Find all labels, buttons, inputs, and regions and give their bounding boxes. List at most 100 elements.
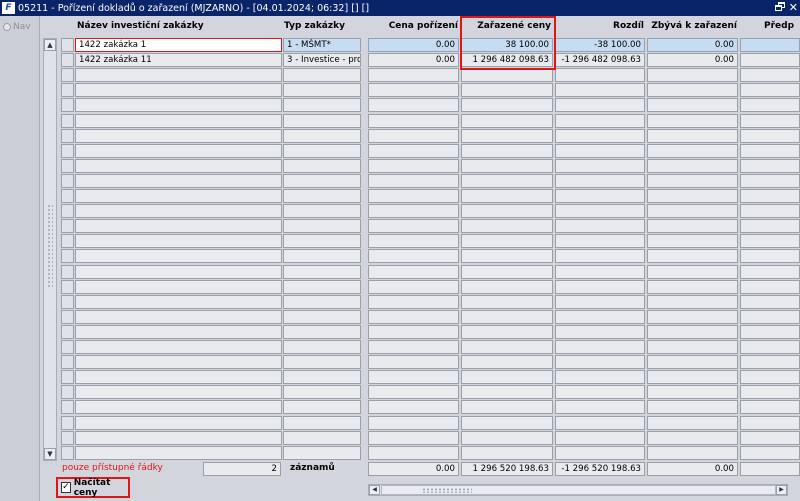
cell-predp[interactable] [740, 204, 800, 218]
cell-predp[interactable] [740, 295, 800, 309]
cell-zbyva[interactable] [647, 234, 738, 248]
cell-typ[interactable] [283, 114, 361, 128]
cell-typ[interactable] [283, 355, 361, 369]
cell-predp[interactable] [740, 159, 800, 173]
cell-typ[interactable] [283, 144, 361, 158]
row-selector[interactable] [61, 129, 74, 143]
cell-zarazene[interactable] [461, 325, 553, 339]
cell-zarazene[interactable] [461, 144, 553, 158]
cell-nazev[interactable] [75, 174, 282, 188]
cell-predp[interactable] [740, 416, 800, 430]
cell-zbyva[interactable] [647, 325, 738, 339]
cell-typ[interactable] [283, 98, 361, 112]
cell-zbyva[interactable] [647, 129, 738, 143]
cell-zarazene[interactable] [461, 370, 553, 384]
cell-typ[interactable] [283, 340, 361, 354]
cell-cena[interactable] [368, 68, 459, 82]
cell-zarazene[interactable]: 38 100.00 [461, 38, 553, 52]
cell-rozdil[interactable] [555, 114, 645, 128]
row-selector[interactable] [61, 38, 74, 52]
cell-zarazene[interactable] [461, 340, 553, 354]
cell-predp[interactable] [740, 114, 800, 128]
cell-nazev[interactable] [75, 249, 282, 263]
cell-cena[interactable] [368, 446, 459, 460]
cell-cena[interactable] [368, 83, 459, 97]
cell-rozdil[interactable] [555, 144, 645, 158]
row-selector[interactable] [61, 340, 74, 354]
row-selector[interactable] [61, 53, 74, 67]
cell-zbyva[interactable] [647, 114, 738, 128]
row-selector[interactable] [61, 159, 74, 173]
cell-typ[interactable] [283, 234, 361, 248]
cell-predp[interactable] [740, 370, 800, 384]
cell-zbyva[interactable] [647, 98, 738, 112]
cell-zarazene[interactable] [461, 400, 553, 414]
row-selector[interactable] [61, 174, 74, 188]
cell-nazev[interactable]: 1422 zakázka 1 [75, 38, 282, 52]
cell-rozdil[interactable] [555, 370, 645, 384]
cell-cena[interactable] [368, 416, 459, 430]
cell-rozdil[interactable] [555, 234, 645, 248]
cell-zarazene[interactable] [461, 204, 553, 218]
cell-typ[interactable] [283, 174, 361, 188]
scroll-right-icon[interactable]: ▶ [776, 485, 787, 495]
cell-nazev[interactable] [75, 295, 282, 309]
cell-cena[interactable] [368, 174, 459, 188]
cell-cena[interactable] [368, 189, 459, 203]
cell-nazev[interactable] [75, 446, 282, 460]
cell-zbyva[interactable] [647, 265, 738, 279]
cell-cena[interactable]: 0.00 [368, 53, 459, 67]
cell-typ[interactable] [283, 431, 361, 445]
cell-zarazene[interactable] [461, 416, 553, 430]
cell-zbyva[interactable] [647, 280, 738, 294]
cell-zarazene[interactable] [461, 446, 553, 460]
cell-zbyva[interactable]: 0.00 [647, 38, 738, 52]
row-selector[interactable] [61, 370, 74, 384]
cell-rozdil[interactable] [555, 431, 645, 445]
cell-predp[interactable] [740, 249, 800, 263]
cell-cena[interactable] [368, 114, 459, 128]
cell-zarazene[interactable] [461, 68, 553, 82]
cell-zbyva[interactable] [647, 340, 738, 354]
cell-zarazene[interactable] [461, 129, 553, 143]
cell-rozdil[interactable] [555, 129, 645, 143]
cell-cena[interactable] [368, 355, 459, 369]
scroll-down-icon[interactable]: ▼ [44, 448, 56, 460]
row-selector[interactable] [61, 446, 74, 460]
cell-rozdil[interactable] [555, 280, 645, 294]
row-selector[interactable] [61, 355, 74, 369]
cell-cena[interactable] [368, 144, 459, 158]
cell-zbyva[interactable] [647, 159, 738, 173]
cell-nazev[interactable] [75, 68, 282, 82]
header-zbyva[interactable]: Zbývá k zařazení [646, 21, 737, 31]
cell-typ[interactable] [283, 416, 361, 430]
cell-typ[interactable] [283, 265, 361, 279]
cell-cena[interactable] [368, 385, 459, 399]
cell-typ[interactable] [283, 129, 361, 143]
cell-typ[interactable]: 1 - MŠMT* [283, 38, 361, 52]
cell-zbyva[interactable] [647, 370, 738, 384]
cell-predp[interactable] [740, 38, 800, 52]
cell-zarazene[interactable] [461, 114, 553, 128]
cell-zarazene[interactable]: 1 296 482 098.63 [461, 53, 553, 67]
cell-zarazene[interactable] [461, 189, 553, 203]
cell-nazev[interactable] [75, 129, 282, 143]
header-predp[interactable]: Předp [764, 21, 794, 31]
cell-predp[interactable] [740, 53, 800, 67]
cell-predp[interactable] [740, 98, 800, 112]
cell-predp[interactable] [740, 265, 800, 279]
cell-predp[interactable] [740, 129, 800, 143]
cell-cena[interactable] [368, 234, 459, 248]
cell-nazev[interactable] [75, 265, 282, 279]
cell-nazev[interactable] [75, 280, 282, 294]
cell-typ[interactable] [283, 249, 361, 263]
cell-cena[interactable] [368, 129, 459, 143]
cell-nazev[interactable] [75, 370, 282, 384]
cell-typ[interactable] [283, 219, 361, 233]
cell-nazev[interactable] [75, 340, 282, 354]
cell-zarazene[interactable] [461, 159, 553, 173]
cell-zarazene[interactable] [461, 83, 553, 97]
cell-rozdil[interactable] [555, 400, 645, 414]
cell-typ[interactable] [283, 400, 361, 414]
header-cena[interactable]: Cena pořízení [368, 21, 458, 31]
